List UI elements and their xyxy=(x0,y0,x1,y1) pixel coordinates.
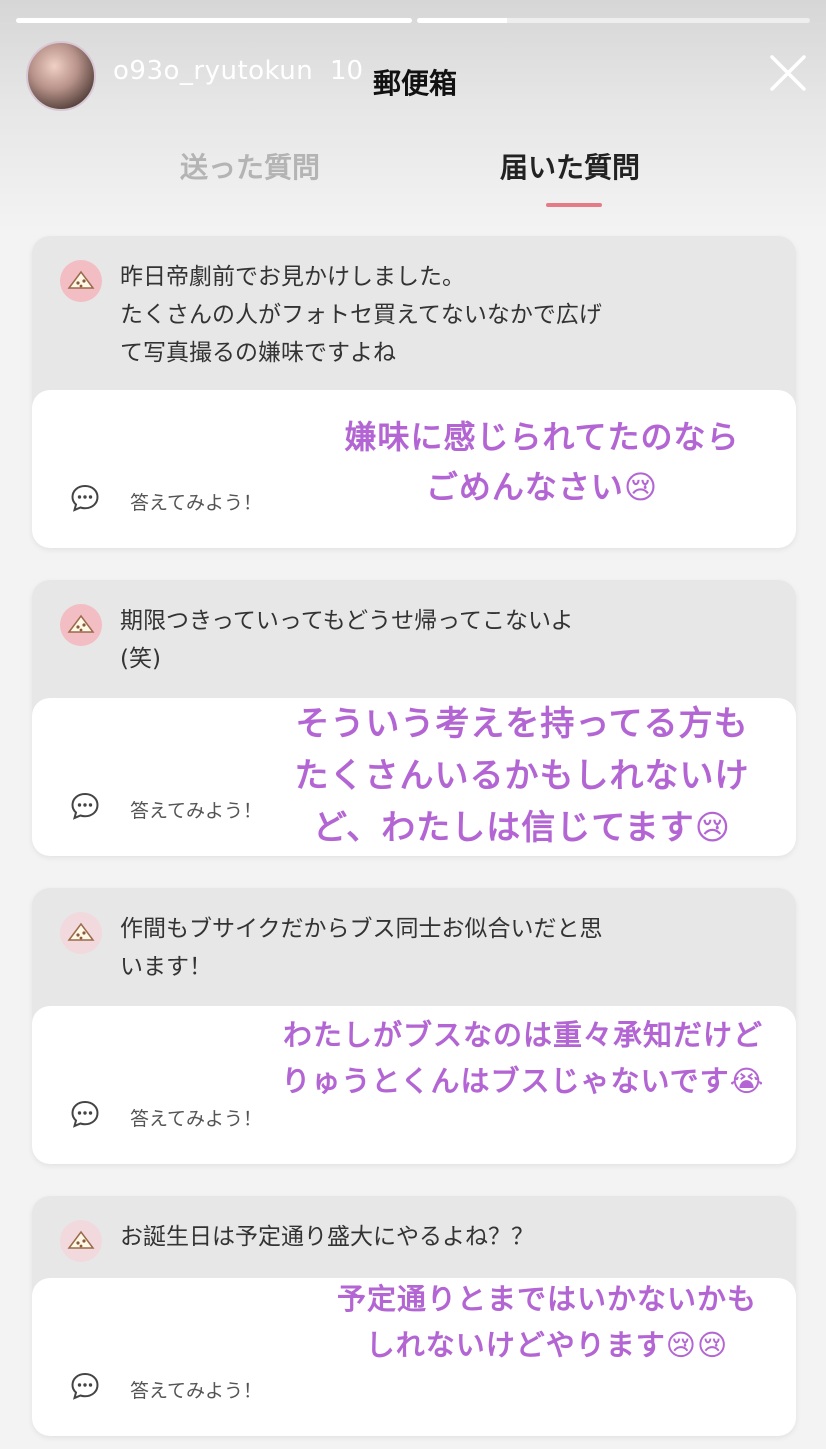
story-progress-segment-2 xyxy=(417,18,810,23)
reply-prompt[interactable]: 答えてみよう！ xyxy=(130,488,262,515)
question-text: お誕生日は予定通り盛大にやるよね？？ xyxy=(120,1224,534,1250)
reply-prompt[interactable]: 答えてみよう！ xyxy=(130,1376,262,1403)
question-text: 期限つきっていってもどうせ帰ってこないよ (笑) xyxy=(120,608,574,672)
tab-received-questions[interactable]: 届いた質問 xyxy=(500,146,640,186)
story-progress-segment-1 xyxy=(16,18,412,23)
story-header xyxy=(0,0,826,230)
question-box-icon xyxy=(60,1220,102,1262)
answer-area[interactable]: 答えてみよう！ そういう考えを持ってる方も たくさんいるかもしれないけ ど、わた… xyxy=(32,698,796,856)
question-card: 昨日帝劇前でお見かけしました。 たくさんの人がフォトセ買えてないなかで広げ て写… xyxy=(32,236,796,548)
active-tab-indicator xyxy=(546,203,602,207)
story-progress-fill-2 xyxy=(417,18,508,23)
question-card: お誕生日は予定通り盛大にやるよね？？ 答えてみよう！ 予定通りとまではいかないか… xyxy=(32,1196,796,1436)
handwritten-answer: そういう考えを持ってる方も たくさんいるかもしれないけ ど、わたしは信じてます😢 xyxy=(294,704,750,848)
question-box-icon xyxy=(60,604,102,646)
question-card: 期限つきっていってもどうせ帰ってこないよ (笑) 答えてみよう！ そういう考えを… xyxy=(32,580,796,856)
comment-icon xyxy=(70,791,100,821)
question-box-icon xyxy=(60,260,102,302)
question-card: 作間もブサイクだからブス同士お似合いだと思 います！ 答えてみよう！ わたしがブ… xyxy=(32,888,796,1164)
question-box-icon xyxy=(60,912,102,954)
comment-icon xyxy=(70,1099,100,1129)
reply-prompt[interactable]: 答えてみよう！ xyxy=(130,796,262,823)
reply-prompt[interactable]: 答えてみよう！ xyxy=(130,1104,262,1131)
answer-area[interactable]: 答えてみよう！ わたしがブスなのは重々承知だけど りゅうとくんはブスじゃないです… xyxy=(32,1006,796,1164)
tab-sent-questions[interactable]: 送った質問 xyxy=(180,146,320,186)
answer-area[interactable]: 答えてみよう！ 嫌味に感じられてたのなら ごめんなさい😢 xyxy=(32,390,796,548)
story-progress-fill-1 xyxy=(16,18,412,23)
avatar[interactable] xyxy=(26,41,96,111)
handwritten-answer: 嫌味に感じられてたのなら ごめんなさい😢 xyxy=(344,418,740,506)
comment-icon xyxy=(70,483,100,513)
question-text: 昨日帝劇前でお見かけしました。 たくさんの人がフォトセ買えてないなかで広げ て写… xyxy=(120,264,602,366)
handwritten-answer: わたしがブスなのは重々承知だけど りゅうとくんはブスじゃないです😭 xyxy=(281,1018,765,1098)
story-username[interactable]: o93o_ryutokun xyxy=(113,56,313,86)
handwritten-answer: 予定通りとまではいかないかも しれないけどやります😢😢 xyxy=(336,1282,757,1362)
page-title: 郵便箱 xyxy=(372,67,457,100)
question-text: 作間もブサイクだからブス同士お似合いだと思 います！ xyxy=(120,916,603,980)
comment-icon xyxy=(70,1371,100,1401)
answer-area[interactable]: 答えてみよう！ 予定通りとまではいかないかも しれないけどやります😢😢 xyxy=(32,1278,796,1436)
close-icon[interactable] xyxy=(768,53,808,93)
